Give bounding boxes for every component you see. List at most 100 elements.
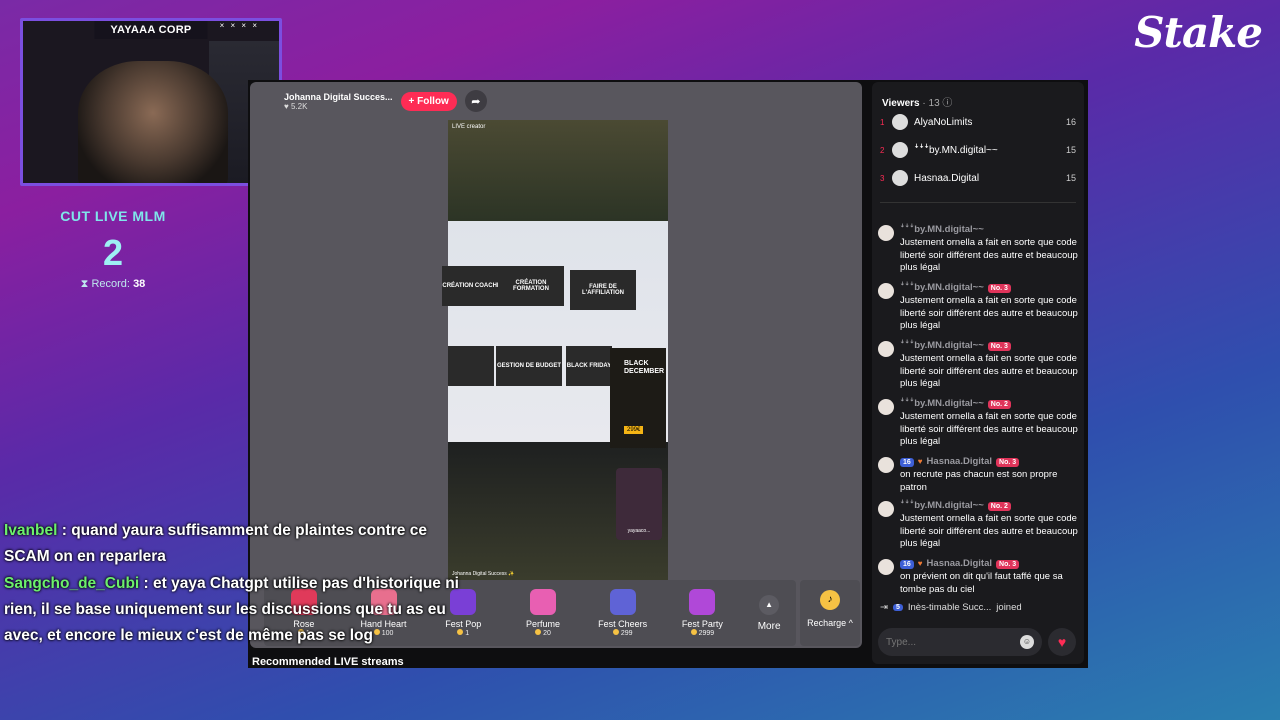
rank-badge: No. 3 <box>996 559 1020 570</box>
chevron-up-icon: ▲ <box>759 594 780 615</box>
avatar <box>878 399 894 415</box>
rank-badge: No. 3 <box>996 457 1020 468</box>
level-badge: 16 <box>900 559 914 570</box>
chat-message: 16 ♥ Hasnaa.Digital No. 3 on recrute pas cha… <box>878 456 1078 494</box>
stake-logo: Stake <box>1134 8 1263 57</box>
viewer-row[interactable]: 1 AlyaNoLimits 16 <box>880 112 1076 132</box>
chat-message: ꜜꜜꜜby.MN.digital~~ No. 2 Justement ornella… <box>878 398 1078 449</box>
share-button[interactable]: ➦ <box>464 90 487 112</box>
chat-text: Justement ornella a fait en sorte que co… <box>900 512 1078 550</box>
chat-username[interactable]: ꜜꜜꜜby.MN.digital~~ <box>900 282 984 295</box>
viewer-name: AlyaNoLimits <box>914 116 973 128</box>
fest-cheers-icon <box>609 589 636 615</box>
rank-badge: No. 3 <box>987 341 1011 352</box>
avatar <box>892 114 908 130</box>
chat-username[interactable]: ꜜꜜꜜby.MN.digital~~ <box>900 398 984 411</box>
perfume-icon <box>529 589 556 615</box>
chat-input-box: ☺ <box>878 628 1042 656</box>
viewer-score: 15 <box>1065 145 1076 155</box>
mini-player[interactable]: yayaaco... <box>616 468 662 540</box>
rank-badge: No. 3 <box>987 283 1011 294</box>
chat-message: ꜜꜜꜜby.MN.digital~~ No. 3 Justement ornella… <box>878 340 1078 391</box>
video-card: FAIRE DE L'AFFILIATION <box>570 270 636 310</box>
record-value: 38 <box>133 278 146 290</box>
live-creator-tag: LIVE creator <box>452 124 486 130</box>
chat-text: Justement ornella a fait en sorte que co… <box>900 294 1078 332</box>
viewer-name: Hasnaa.Digital <box>914 172 980 184</box>
heart-icon: ♥ <box>1057 634 1067 650</box>
gift-price: 20 <box>503 629 583 637</box>
gift-item[interactable]: Fest Cheers 299 <box>583 589 663 637</box>
gift-price: 2999 <box>663 629 743 637</box>
chat-text: on recrute pas chacun est son propre pat… <box>900 468 1058 493</box>
share-icon: ➦ <box>471 95 481 108</box>
divider <box>880 202 1076 203</box>
avatar <box>892 142 908 158</box>
heart-icon: ♥ <box>917 457 923 466</box>
host-info[interactable]: Johanna Digital Succes... ♥ 5.2K <box>284 92 393 111</box>
joined-text: joined <box>996 602 1022 613</box>
chat-message: ꜜꜜꜜby.MN.digital~~ Justement ornella a fa… <box>878 224 1078 275</box>
webcam-streamer <box>78 61 228 183</box>
gift-price: 299 <box>583 629 663 637</box>
avatar <box>878 559 894 575</box>
joined-notice: ⇥ 5 Inès-timable Succ... joined <box>880 602 1022 613</box>
recharge-label: Recharge ^ <box>807 618 853 628</box>
gift-item[interactable]: Perfume 20 <box>503 589 583 637</box>
rank-badge: No. 2 <box>987 501 1011 512</box>
viewer-row[interactable]: 2 ꜜꜜꜜby.MN.digital~~ 15 <box>880 140 1076 160</box>
chat-input[interactable] <box>886 636 1020 648</box>
overlay-chat-line: Sangcho_de_Cubi : et yaya Chatgpt utilis… <box>4 571 474 650</box>
video-card: BLACK FRIDAY <box>566 346 612 386</box>
chat-message: ꜜꜜꜜby.MN.digital~~ No. 3 Justement ornella… <box>878 282 1078 333</box>
gift-name: Perfume <box>525 619 560 629</box>
host-name: Johanna Digital Succes... <box>284 91 393 102</box>
viewer-score: 16 <box>1065 117 1076 127</box>
counter-record: ⧗ Record: 38 <box>50 278 176 291</box>
avatar <box>878 341 894 357</box>
viewer-score: 15 <box>1065 173 1076 183</box>
enter-icon: ⇥ <box>880 602 888 613</box>
coin-icon <box>612 629 619 635</box>
counter-title: CUT LIVE MLM <box>60 208 166 224</box>
chat-username[interactable]: Hasnaa.Digital <box>927 456 992 469</box>
video-card: GESTION DE BUDGET <box>496 346 562 386</box>
level-badge: 16 <box>900 457 914 468</box>
chat-text: on prévient on dit qu'il faut taffé que … <box>900 570 1063 595</box>
coin-icon <box>690 629 697 635</box>
viewer-name: ꜜꜜꜜby.MN.digital~~ <box>914 144 998 156</box>
chat-username[interactable]: ꜜꜜꜜby.MN.digital~~ <box>900 340 984 353</box>
rank-badge: No. 2 <box>987 399 1011 410</box>
chat-text: Justement ornella a fait en sorte que co… <box>900 410 1078 448</box>
chat-username[interactable]: Hasnaa.Digital <box>927 558 992 571</box>
like-button[interactable]: ♥ <box>1048 628 1076 656</box>
chat-username[interactable]: ꜜꜜꜜby.MN.digital~~ <box>900 224 984 237</box>
viewer-rank: 2 <box>880 145 885 155</box>
gift-item[interactable]: Fest Party 2999 <box>663 589 743 637</box>
viewers-title[interactable]: Viewers · 13 ⓘ <box>882 94 952 109</box>
chat-text: Justement ornella a fait en sorte que co… <box>900 352 1078 390</box>
follow-button[interactable]: + Follow <box>400 91 457 111</box>
recharge-button[interactable]: ♪ Recharge ^ <box>800 580 860 646</box>
joined-user[interactable]: Inès-timable Succ... <box>908 602 991 613</box>
fest-party-icon <box>689 589 716 615</box>
chat-message: 16 ♥ Hasnaa.Digital No. 3 on prévient on dit… <box>878 558 1078 596</box>
viewers-count: · 13 <box>922 98 940 109</box>
emoji-icon[interactable]: ☺ <box>1020 635 1034 649</box>
promo-banner: BLACK DECEMBER 299€ <box>610 348 666 448</box>
viewer-row[interactable]: 3 Hasnaa.Digital 15 <box>880 168 1076 188</box>
overlay-username: Ivanbel <box>4 522 58 539</box>
viewer-rank: 3 <box>880 173 885 183</box>
avatar <box>878 283 894 299</box>
hourglass-icon: ⧗ <box>80 278 89 290</box>
coin-icon <box>535 629 542 635</box>
live-video[interactable]: LIVE creator CRÉATION COACHING CRÉATION … <box>442 120 668 580</box>
webcam-title: YAYAAA CORP <box>94 21 208 39</box>
chat-text: Justement ornella a fait en sorte que co… <box>900 236 1078 274</box>
overlay-text: : quand yaura suffisamment de plaintes c… <box>4 522 427 566</box>
chat-username[interactable]: ꜜꜜꜜby.MN.digital~~ <box>900 500 984 513</box>
overlay-username: Sangcho_de_Cubi <box>4 574 140 592</box>
overlay-chat: Ivanbel : quand yaura suffisamment de pl… <box>4 518 474 650</box>
more-gifts-button[interactable]: ▲ More <box>742 594 796 632</box>
overlay-chat-line: Ivanbel : quand yaura suffisamment de pl… <box>4 518 474 571</box>
